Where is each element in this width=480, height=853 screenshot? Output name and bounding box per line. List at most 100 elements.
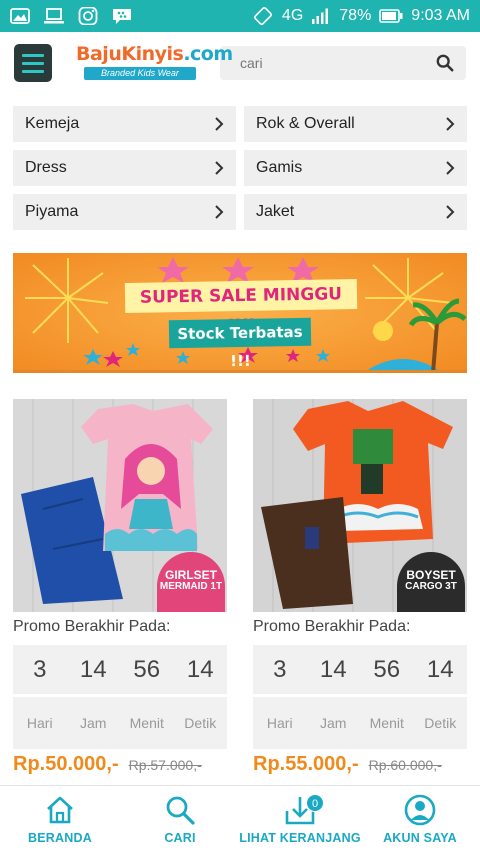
hamburger-icon-bar [22,53,44,57]
product-card[interactable]: BOYSET CARGO 3T Promo Berakhir Pada: 3 14… [253,399,467,776]
countdown-label-seconds: Detik [424,715,457,731]
search-icon [166,796,195,825]
countdown-hours: 14 [319,655,347,683]
promo-label: Promo Berakhir Pada: [13,618,171,635]
logo-wordmark: BajuKinyis.com [76,43,233,65]
product-badge-line2: MERMAID 1T [159,581,223,592]
nav-label: LIHAT KERANJANG [239,831,361,845]
countdown-timer: 3 14 56 14 Hari Jam Menit Detik [253,645,467,749]
category-jaket[interactable]: Jaket [244,194,467,230]
chevron-right-icon [446,161,455,175]
category-label: Piyama [25,203,79,220]
category-dress[interactable]: Dress [13,150,236,186]
category-label: Kemeja [25,115,80,132]
category-gamis[interactable]: Gamis [244,150,467,186]
countdown-labels: Hari Jam Menit Detik [13,697,227,749]
product-price: Rp.55.000,- [253,753,359,775]
hamburger-icon-bar [22,61,44,65]
countdown-label-days: Hari [266,715,293,731]
instagram-icon [78,7,98,25]
clock: 9:03 AM [411,7,470,24]
product-badge: GIRLSET MERMAID 1T [157,552,225,612]
product-card[interactable]: GIRLSET MERMAID 1T Promo Berakhir Pada: 3… [13,399,227,776]
status-bar-notifications [10,7,132,25]
nav-label: BERANDA [28,831,92,845]
menu-button[interactable] [14,44,52,82]
bbm-icon [113,9,131,24]
countdown-hours: 14 [79,655,107,683]
promo-banner[interactable]: SUPER SALE MINGGU INI Stock Terbatas !!! [13,253,467,373]
price-row: Rp.50.000,- Rp.57.000,- [13,753,227,776]
product-badge-line1: BOYSET [406,568,456,582]
home-icon [47,796,73,824]
chevron-right-icon [215,205,224,219]
category-grid: Kemeja Rok & Overall Dress Gamis Piyama … [13,106,467,230]
product-price: Rp.50.000,- [13,753,119,775]
countdown-label-hours: Jam [80,715,107,731]
countdown-label-seconds: Detik [184,715,217,731]
product-old-price: Rp.60.000,- [368,757,442,773]
countdown-days: 3 [273,655,287,683]
chevron-right-icon [215,161,224,175]
countdown-minutes: 56 [373,655,401,683]
promo-label: Promo Berakhir Pada: [253,618,411,635]
hamburger-icon-bar [22,69,44,73]
product-badge-line1: GIRLSET [164,568,217,582]
product-badge-line2: CARGO 3T [405,581,457,592]
signal-icon [312,8,329,24]
status-bar: 4G 78% 9:03 AM [0,0,480,32]
product-image[interactable]: BOYSET CARGO 3T [253,399,467,612]
search-input[interactable] [240,55,436,71]
countdown-timer: 3 14 56 14 Hari Jam Menit Detik [13,645,227,749]
countdown-seconds: 14 [186,655,214,683]
search-bar[interactable] [220,46,466,80]
banner-subtitle: Stock Terbatas !!! [168,317,312,370]
nav-cari[interactable]: CARI [120,786,240,853]
countdown-values: 3 14 56 14 [13,645,227,697]
countdown-label-hours: Jam [320,715,347,731]
category-label: Jaket [256,203,295,220]
network-type: 4G [281,7,304,24]
battery-icon [379,9,403,23]
app-header: BajuKinyis.com Branded Kids Wear [0,32,480,94]
chevron-right-icon [215,117,224,131]
category-label: Gamis [256,159,303,176]
countdown-values: 3 14 56 14 [253,645,467,697]
image-icon [10,8,30,24]
chevron-right-icon [446,205,455,219]
nav-lihat-keranjang[interactable]: 0 LIHAT KERANJANG [239,786,361,853]
chevron-right-icon [446,117,455,131]
product-old-price: Rp.57.000,- [128,757,202,773]
laptop-icon [44,8,64,24]
nav-akun-saya[interactable]: AKUN SAYA [360,786,480,853]
battery-percent: 78% [339,7,372,24]
nav-label: AKUN SAYA [383,831,457,845]
banner-title: SUPER SALE MINGGU INI [124,278,358,336]
countdown-days: 3 [33,655,47,683]
countdown-seconds: 14 [426,655,454,683]
nav-label: CARI [164,831,196,845]
category-kemeja[interactable]: Kemeja [13,106,236,142]
countdown-label-minutes: Menit [369,715,404,731]
nav-beranda[interactable]: BERANDA [0,786,120,853]
category-rok-overall[interactable]: Rok & Overall [244,106,467,142]
product-badge: BOYSET CARGO 3T [397,552,465,612]
countdown-labels: Hari Jam Menit Detik [253,697,467,749]
category-label: Rok & Overall [256,115,355,132]
category-label: Dress [25,159,67,176]
site-logo[interactable]: BajuKinyis.com Branded Kids Wear [76,43,233,83]
search-icon[interactable] [436,54,454,72]
logo-main-text: BajuKinyis [76,43,184,65]
countdown-label-days: Hari [26,715,53,731]
product-grid: GIRLSET MERMAID 1T Promo Berakhir Pada: 3… [13,399,467,776]
logo-tagline: Branded Kids Wear [84,67,196,80]
category-piyama[interactable]: Piyama [13,194,236,230]
cart-count-badge: 0 [306,794,324,812]
account-icon [404,794,436,826]
bottom-navigation: BERANDA CARI 0 LIHAT KERANJANG AKUN SAYA [0,785,480,853]
product-image[interactable]: GIRLSET MERMAID 1T [13,399,227,612]
countdown-label-minutes: Menit [129,715,164,731]
status-bar-system: 4G 78% 9:03 AM [252,7,470,25]
rotate-icon [253,7,272,25]
logo-suffix-text: .com [183,43,233,65]
